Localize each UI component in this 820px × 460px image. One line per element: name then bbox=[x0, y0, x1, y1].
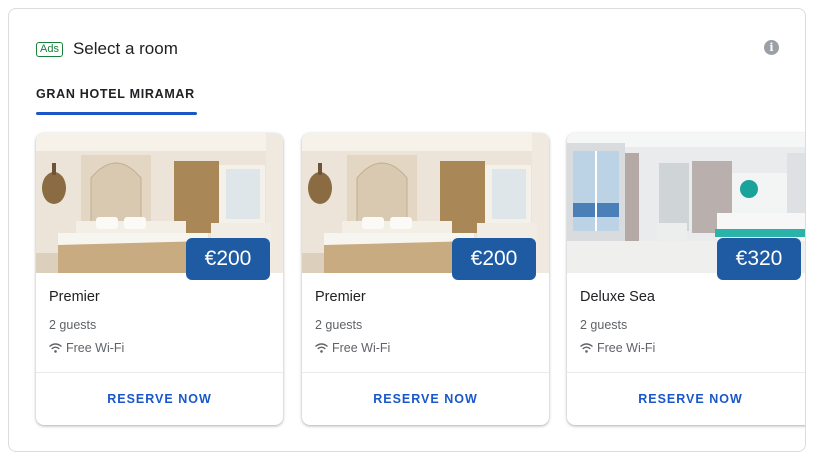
room-selector-panel: Ads Select a room i GRAN HOTEL MIRAMAR €… bbox=[8, 8, 806, 452]
room-name: Premier bbox=[49, 289, 100, 305]
room-card[interactable]: €200 Premier 2 guests Free Wi-Fi RESERVE… bbox=[302, 133, 549, 425]
reserve-now-button[interactable]: RESERVE NOW bbox=[567, 373, 805, 425]
room-card[interactable]: €200 Premier 2 guests Free Wi-Fi RESERVE… bbox=[36, 133, 283, 425]
info-icon[interactable]: i bbox=[764, 40, 779, 55]
amenity-label: Free Wi-Fi bbox=[332, 341, 391, 355]
room-name: Premier bbox=[315, 289, 366, 305]
price-badge: €320 bbox=[717, 238, 801, 280]
room-amenity: Free Wi-Fi bbox=[580, 341, 655, 355]
tab-hotel[interactable]: GRAN HOTEL MIRAMAR bbox=[36, 87, 195, 101]
room-guests: 2 guests bbox=[49, 318, 97, 332]
ads-badge: Ads bbox=[36, 41, 63, 57]
price-badge: €200 bbox=[452, 238, 536, 280]
room-amenity: Free Wi-Fi bbox=[315, 341, 390, 355]
reserve-now-button[interactable]: RESERVE NOW bbox=[302, 373, 549, 425]
room-card[interactable]: €320 Deluxe Sea 2 guests Free Wi-Fi RESE… bbox=[567, 133, 805, 425]
room-name: Deluxe Sea bbox=[580, 289, 655, 305]
amenity-label: Free Wi-Fi bbox=[66, 341, 125, 355]
wifi-icon bbox=[580, 343, 593, 353]
header: Ads Select a room bbox=[36, 37, 178, 61]
room-guests: 2 guests bbox=[315, 318, 363, 332]
reserve-now-button[interactable]: RESERVE NOW bbox=[36, 373, 283, 425]
tab-selected-indicator bbox=[36, 112, 197, 115]
amenity-label: Free Wi-Fi bbox=[597, 341, 656, 355]
room-guests: 2 guests bbox=[580, 318, 628, 332]
price-badge: €200 bbox=[186, 238, 270, 280]
wifi-icon bbox=[315, 343, 328, 353]
room-amenity: Free Wi-Fi bbox=[49, 341, 124, 355]
wifi-icon bbox=[49, 343, 62, 353]
panel-title: Select a room bbox=[72, 39, 178, 58]
